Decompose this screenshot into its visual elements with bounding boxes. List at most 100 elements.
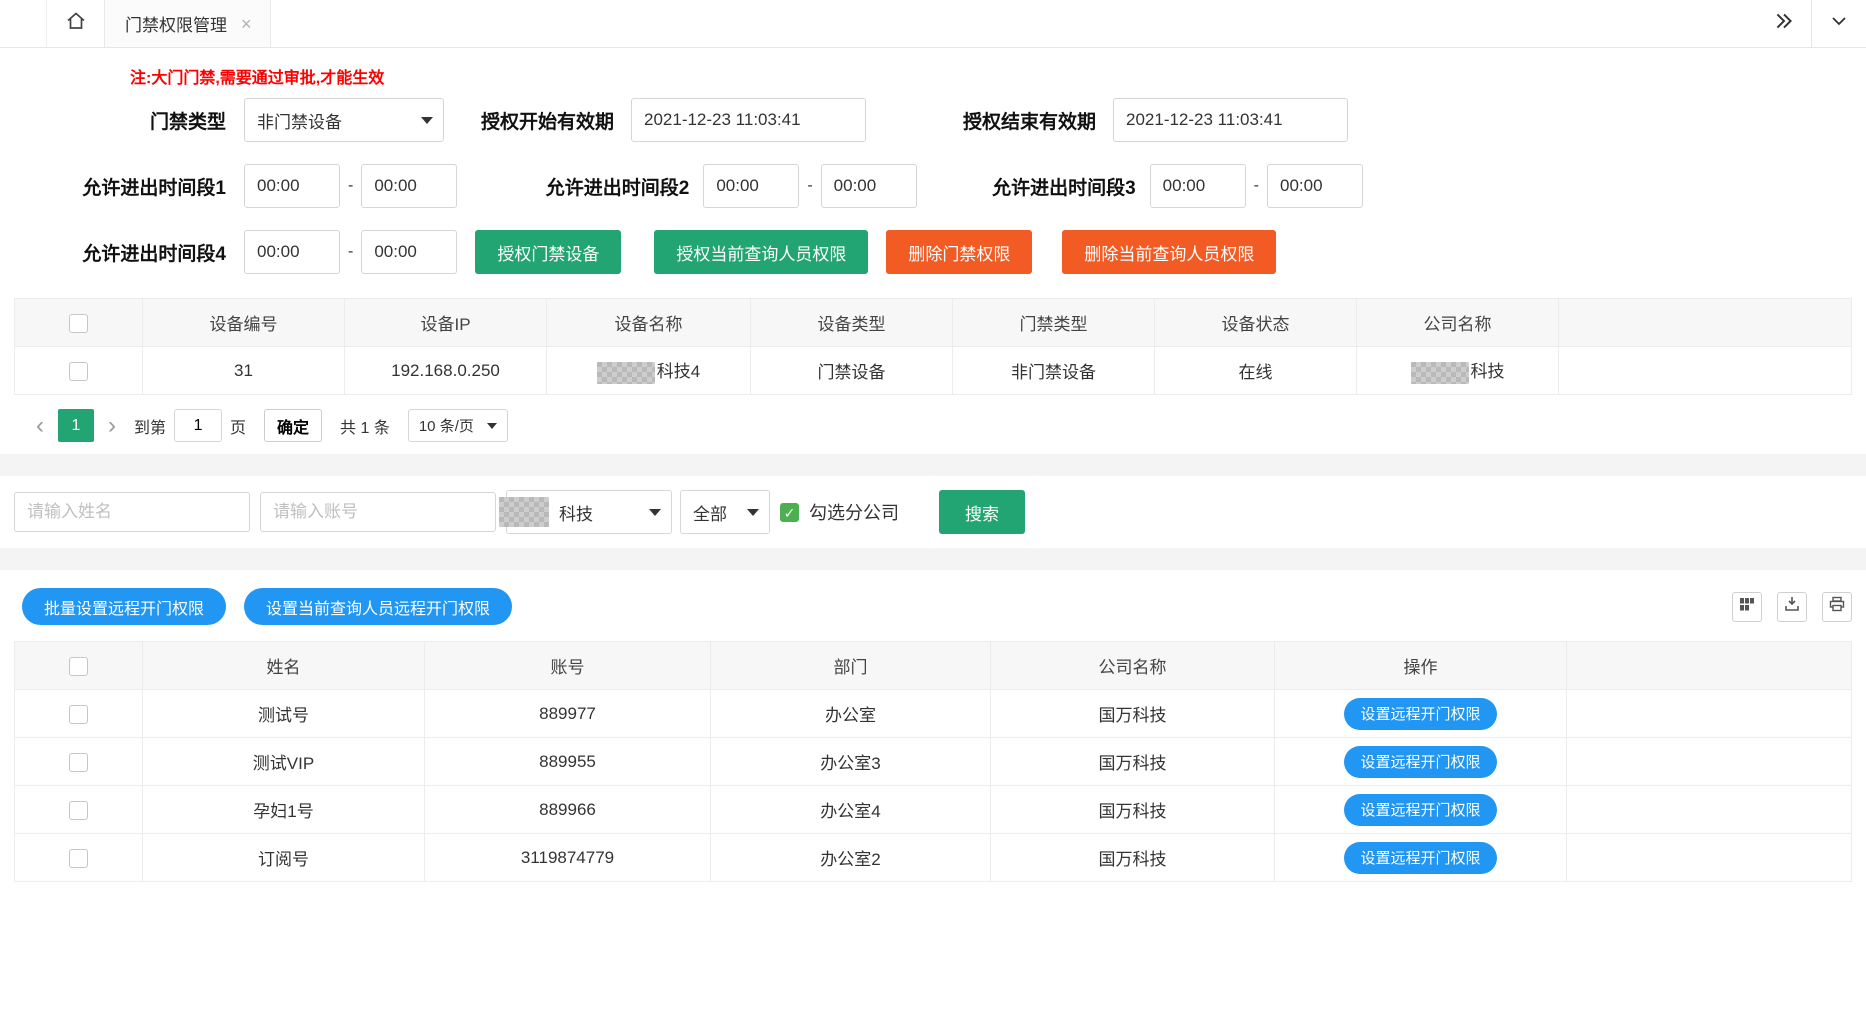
total-count-label: 共 1 条 (340, 414, 390, 438)
person-cell-company: 国万科技 (991, 834, 1275, 882)
period3-to-input[interactable] (1267, 164, 1363, 208)
page-size-select[interactable]: 10 条/页 (408, 409, 508, 442)
select-all-devices-checkbox[interactable] (69, 314, 88, 333)
device-cell-filler (1559, 347, 1852, 395)
person-checkbox-cell (15, 738, 143, 786)
tab-close-icon[interactable]: × (241, 15, 252, 33)
period1-from-input[interactable] (244, 164, 340, 208)
set-remote-open-button[interactable]: 设置远程开门权限 (1344, 746, 1496, 778)
page-number-button[interactable]: 1 (58, 409, 94, 442)
person-cell-action: 设置远程开门权限 (1275, 786, 1567, 834)
columns-filter-button[interactable] (1732, 592, 1762, 622)
person-header-checkbox-cell (15, 642, 143, 690)
goto-confirm-button[interactable]: 确定 (264, 409, 322, 442)
person-cell-name: 订阅号 (143, 834, 425, 882)
delete-current-button[interactable]: 删除当前查询人员权限 (1062, 230, 1276, 274)
device-cell-type: 门禁设备 (751, 347, 953, 395)
name-search-input[interactable] (14, 492, 250, 532)
access-type-select[interactable]: 非门禁设备 (244, 98, 444, 142)
person-row-checkbox[interactable] (69, 801, 88, 820)
device-cell-company: 科技 (1357, 347, 1559, 395)
page-unit-label: 页 (230, 414, 246, 438)
person-checkbox-cell (15, 786, 143, 834)
person-row-checkbox[interactable] (69, 849, 88, 868)
person-panel: 批量设置远程开门权限 设置当前查询人员远程开门权限 (0, 570, 1866, 882)
export-button[interactable] (1777, 592, 1807, 622)
period4-to-input[interactable] (361, 230, 457, 274)
company-select[interactable]: 科技 (506, 490, 672, 534)
tab-access-permission[interactable]: 门禁权限管理 × (104, 0, 271, 47)
device-table-header-row: 设备编号 设备IP 设备名称 设备类型 门禁类型 设备状态 公司名称 (15, 299, 1852, 347)
device-header-name: 设备名称 (547, 299, 751, 347)
person-cell-account: 3119874779 (425, 834, 711, 882)
current-remote-open-button[interactable]: 设置当前查询人员远程开门权限 (244, 588, 512, 625)
scope-select[interactable]: 全部 (680, 490, 770, 534)
person-table-wrap: 姓名 账号 部门 公司名称 操作 测试号 889977 办公室 国万科技 设置远… (0, 641, 1866, 882)
delete-permission-button[interactable]: 删除门禁权限 (886, 230, 1032, 274)
device-header-checkbox-cell (15, 299, 143, 347)
person-row-checkbox[interactable] (69, 705, 88, 724)
device-header-access-type: 门禁类型 (953, 299, 1155, 347)
person-header-name: 姓名 (143, 642, 425, 690)
access-type-value: 非门禁设备 (257, 108, 342, 133)
export-icon (1784, 596, 1800, 617)
device-table: 设备编号 设备IP 设备名称 设备类型 门禁类型 设备状态 公司名称 31 19… (14, 298, 1852, 395)
chevron-down-icon (1829, 11, 1849, 36)
device-table-wrap: 设备编号 设备IP 设备名称 设备类型 门禁类型 设备状态 公司名称 31 19… (0, 298, 1866, 395)
auth-start-label: 授权开始有效期 (444, 107, 614, 134)
device-table-row: 31 192.168.0.250 科技4 门禁设备 非门禁设备 在线 科技 (15, 347, 1852, 395)
redacted-mosaic (499, 497, 549, 527)
tab-menu-button[interactable] (1812, 0, 1866, 47)
section-gap (0, 548, 1866, 570)
person-checkbox-cell (15, 834, 143, 882)
person-cell-filler (1567, 690, 1852, 738)
branch-filter: ✓ 勾选分公司 (780, 499, 899, 525)
set-remote-open-button[interactable]: 设置远程开门权限 (1344, 842, 1496, 874)
person-search-bar: 科技 全部 ✓ 勾选分公司 搜索 (0, 476, 1866, 548)
device-header-id: 设备编号 (143, 299, 345, 347)
account-search-input[interactable] (260, 492, 496, 532)
period2-from-input[interactable] (703, 164, 799, 208)
auth-end-input[interactable] (1113, 98, 1348, 142)
device-cell-status: 在线 (1155, 347, 1357, 395)
person-table: 姓名 账号 部门 公司名称 操作 测试号 889977 办公室 国万科技 设置远… (14, 641, 1852, 882)
select-all-people-checkbox[interactable] (69, 657, 88, 676)
batch-remote-open-button[interactable]: 批量设置远程开门权限 (22, 588, 226, 625)
person-table-row: 订阅号 3119874779 办公室2 国万科技 设置远程开门权限 (15, 834, 1852, 882)
authorize-current-button[interactable]: 授权当前查询人员权限 (654, 230, 868, 274)
next-page-button[interactable]: › (98, 414, 126, 438)
period1-label: 允许进出时间段1 (14, 173, 226, 200)
person-header-action: 操作 (1275, 642, 1567, 690)
period4-from-input[interactable] (244, 230, 340, 274)
top-tab-bar: 门禁权限管理 × (0, 0, 1866, 48)
caret-down-icon (421, 117, 433, 124)
period2-to-input[interactable] (821, 164, 917, 208)
prev-page-button[interactable]: ‹ (26, 414, 54, 438)
goto-page-input[interactable] (174, 409, 222, 442)
device-pagination: ‹ 1 › 到第 页 确定 共 1 条 10 条/页 (0, 395, 1866, 454)
set-remote-open-button[interactable]: 设置远程开门权限 (1344, 698, 1496, 730)
home-button[interactable] (46, 0, 104, 47)
person-cell-dept: 办公室2 (711, 834, 991, 882)
home-icon (64, 9, 88, 38)
redacted-mosaic (1411, 362, 1469, 384)
print-button[interactable] (1822, 592, 1852, 622)
device-cell-name: 科技4 (547, 347, 751, 395)
person-cell-action: 设置远程开门权限 (1275, 738, 1567, 786)
person-cell-dept: 办公室3 (711, 738, 991, 786)
person-table-header-row: 姓名 账号 部门 公司名称 操作 (15, 642, 1852, 690)
auth-start-input[interactable] (631, 98, 866, 142)
set-remote-open-button[interactable]: 设置远程开门权限 (1344, 794, 1496, 826)
expand-tabs-button[interactable] (1757, 0, 1811, 47)
authorize-device-button[interactable]: 授权门禁设备 (475, 230, 621, 274)
branch-checkbox[interactable]: ✓ (780, 503, 799, 522)
period3-from-input[interactable] (1150, 164, 1246, 208)
person-toolbar: 批量设置远程开门权限 设置当前查询人员远程开门权限 (0, 588, 1866, 641)
device-header-company: 公司名称 (1357, 299, 1559, 347)
search-button[interactable]: 搜索 (939, 490, 1025, 534)
device-row-checkbox[interactable] (69, 362, 88, 381)
person-row-checkbox[interactable] (69, 753, 88, 772)
person-cell-dept: 办公室4 (711, 786, 991, 834)
period1-to-input[interactable] (361, 164, 457, 208)
device-company-suffix: 科技 (1471, 362, 1505, 381)
